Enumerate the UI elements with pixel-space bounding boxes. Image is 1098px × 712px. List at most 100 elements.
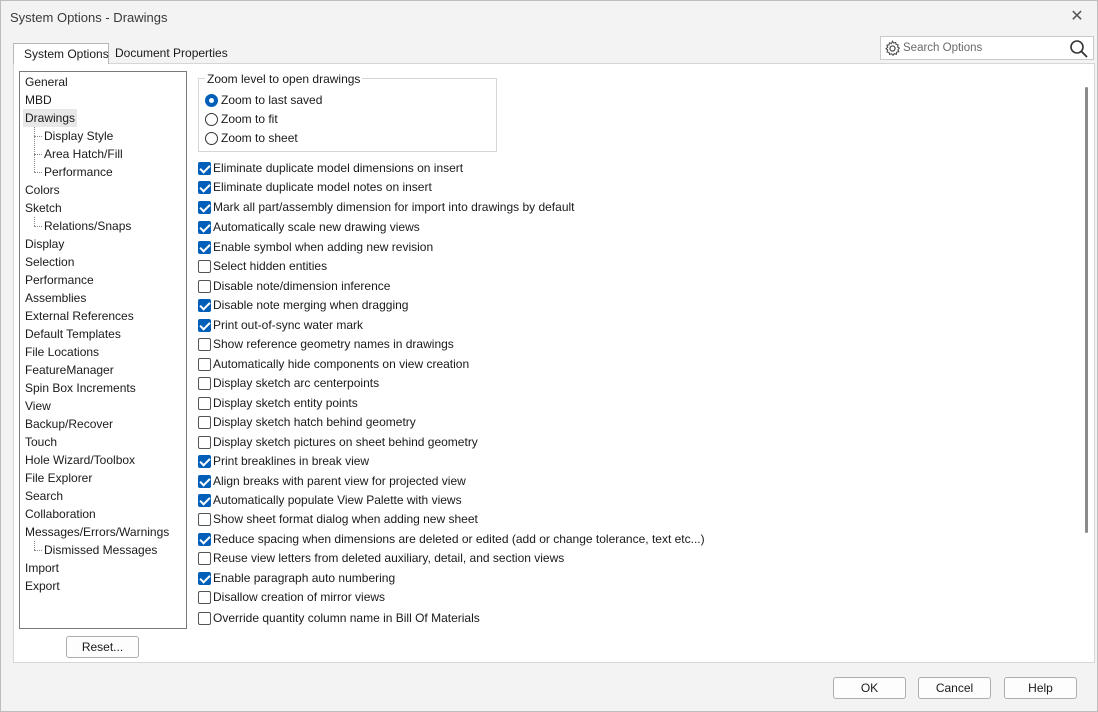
checkbox-option[interactable]: Print breaklines in break view: [198, 452, 369, 470]
tree-item-assemblies[interactable]: Assemblies: [25, 289, 86, 307]
checkbox-option[interactable]: Reuse view letters from deleted auxiliar…: [198, 549, 564, 567]
checkbox-option[interactable]: Reduce spacing when dimensions are delet…: [198, 530, 705, 548]
checkbox-option[interactable]: Disable note merging when dragging: [198, 296, 408, 314]
tree-item-spin-box-increments[interactable]: Spin Box Increments: [25, 379, 136, 397]
tree-item-mbd[interactable]: MBD: [25, 91, 52, 109]
close-icon[interactable]: ✕: [1067, 7, 1087, 27]
tree-item-sketch[interactable]: Sketch: [25, 199, 62, 217]
tree-item-performance[interactable]: Performance: [44, 163, 113, 181]
checkbox-option[interactable]: Override quantity column name in Bill Of…: [198, 609, 480, 627]
checkbox-label: Mark all part/assembly dimension for imp…: [213, 200, 575, 214]
options-tree[interactable]: General MBD Drawings Display Style Area Hatc…: [19, 71, 187, 629]
tree-item-drawings[interactable]: Drawings: [23, 109, 78, 127]
checkbox[interactable]: [198, 318, 211, 332]
checkbox[interactable]: [198, 298, 211, 312]
reset-button[interactable]: Reset...: [66, 636, 139, 658]
checkbox-option[interactable]: Mark all part/assembly dimension for imp…: [198, 198, 575, 216]
search-input[interactable]: Search Options: [903, 42, 982, 54]
tree-item-import[interactable]: Import: [25, 559, 59, 577]
checkbox[interactable]: [198, 220, 211, 234]
radio-button[interactable]: [205, 112, 218, 126]
search-icon[interactable]: [1069, 39, 1089, 59]
checkbox[interactable]: [198, 532, 211, 546]
tree-item-dismissed-messages[interactable]: Dismissed Messages: [44, 541, 157, 559]
tree-item-display-style[interactable]: Display Style: [44, 127, 113, 145]
checkbox-option[interactable]: Eliminate duplicate model notes on inser…: [198, 178, 432, 196]
checkbox-option[interactable]: Disable note/dimension inference: [198, 277, 390, 295]
tree-item-search[interactable]: Search: [25, 487, 63, 505]
checkbox-option[interactable]: Enable paragraph auto numbering: [198, 569, 395, 587]
vertical-scrollbar[interactable]: [1085, 87, 1088, 533]
checkbox[interactable]: [198, 259, 211, 273]
checkbox[interactable]: [198, 474, 211, 488]
radio-button[interactable]: [205, 131, 218, 145]
tree-item-display[interactable]: Display: [25, 235, 64, 253]
checkbox-option[interactable]: Enable symbol when adding new revision: [198, 238, 433, 256]
window-title: System Options - Drawings: [10, 10, 168, 25]
tree-item-external-references[interactable]: External References: [25, 307, 134, 325]
checkbox[interactable]: [198, 512, 211, 526]
tree-item-file-locations[interactable]: File Locations: [25, 343, 99, 361]
checkbox[interactable]: [198, 493, 211, 507]
tree-item-featuremanager[interactable]: FeatureManager: [25, 361, 114, 379]
checkbox[interactable]: [198, 454, 211, 468]
tree-item-touch[interactable]: Touch: [25, 433, 57, 451]
tree-item-performance[interactable]: Performance: [25, 271, 94, 289]
help-button[interactable]: Help: [1004, 677, 1077, 699]
checkbox[interactable]: [198, 279, 211, 293]
checkbox[interactable]: [198, 337, 211, 351]
checkbox[interactable]: [198, 415, 211, 429]
checkbox-option[interactable]: Display sketch hatch behind geometry: [198, 413, 416, 431]
radio-zoom-to-last-saved[interactable]: Zoom to last saved: [205, 91, 322, 109]
tree-connector: [34, 136, 42, 137]
checkbox-label: Align breaks with parent view for projec…: [213, 474, 466, 488]
cancel-button[interactable]: Cancel: [918, 677, 991, 699]
checkbox-option[interactable]: Automatically hide components on view cr…: [198, 355, 469, 373]
tree-item-colors[interactable]: Colors: [25, 181, 60, 199]
checkbox-option[interactable]: Align breaks with parent view for projec…: [198, 472, 466, 490]
checkbox[interactable]: [198, 357, 211, 371]
tree-item-hole-wizard-toolbox[interactable]: Hole Wizard/Toolbox: [25, 451, 135, 469]
tree-item-view[interactable]: View: [25, 397, 51, 415]
tree-item-backup-recover[interactable]: Backup/Recover: [25, 415, 113, 433]
checkbox-option[interactable]: Display sketch arc centerpoints: [198, 374, 379, 392]
tree-item-selection[interactable]: Selection: [25, 253, 74, 271]
tree-item-general[interactable]: General: [25, 73, 68, 91]
checkbox[interactable]: [198, 611, 211, 625]
tab-system-options[interactable]: System Options: [13, 43, 109, 64]
checkbox-option[interactable]: Eliminate duplicate model dimensions on …: [198, 159, 463, 177]
checkbox-option[interactable]: Show sheet format dialog when adding new…: [198, 510, 478, 528]
checkbox-option[interactable]: Automatically scale new drawing views: [198, 218, 420, 236]
checkbox-option[interactable]: Display sketch pictures on sheet behind …: [198, 433, 478, 451]
checkbox[interactable]: [198, 590, 211, 604]
checkbox-option[interactable]: Print out-of-sync water mark: [198, 316, 363, 334]
checkbox[interactable]: [198, 571, 211, 585]
tree-item-default-templates[interactable]: Default Templates: [25, 325, 121, 343]
ok-button[interactable]: OK: [833, 677, 906, 699]
title-bar[interactable]: System Options - Drawings ✕: [1, 1, 1097, 33]
tree-item-collaboration[interactable]: Collaboration: [25, 505, 96, 523]
tab-document-properties[interactable]: Document Properties: [109, 43, 234, 64]
checkbox-option[interactable]: Disallow creation of mirror views: [198, 588, 385, 606]
checkbox[interactable]: [198, 200, 211, 214]
tree-item-area-hatch-fill[interactable]: Area Hatch/Fill: [44, 145, 123, 163]
checkbox[interactable]: [198, 435, 211, 449]
tree-item-relations-snaps[interactable]: Relations/Snaps: [44, 217, 131, 235]
checkbox[interactable]: [198, 376, 211, 390]
tree-item-file-explorer[interactable]: File Explorer: [25, 469, 92, 487]
checkbox-option[interactable]: Automatically populate View Palette with…: [198, 491, 462, 509]
radio-zoom-to-fit[interactable]: Zoom to fit: [205, 110, 278, 128]
checkbox[interactable]: [198, 551, 211, 565]
search-options-box[interactable]: Search Options: [880, 36, 1094, 60]
checkbox-option[interactable]: Display sketch entity points: [198, 394, 358, 412]
tree-item-export[interactable]: Export: [25, 577, 60, 595]
checkbox[interactable]: [198, 180, 211, 194]
checkbox-option[interactable]: Show reference geometry names in drawing…: [198, 335, 454, 353]
tree-item-messages-errors-warnings[interactable]: Messages/Errors/Warnings: [25, 523, 169, 541]
checkbox[interactable]: [198, 240, 211, 254]
checkbox[interactable]: [198, 396, 211, 410]
checkbox-option[interactable]: Select hidden entities: [198, 257, 327, 275]
radio-button[interactable]: [205, 93, 218, 107]
checkbox[interactable]: [198, 161, 211, 175]
radio-zoom-to-sheet[interactable]: Zoom to sheet: [205, 129, 298, 147]
